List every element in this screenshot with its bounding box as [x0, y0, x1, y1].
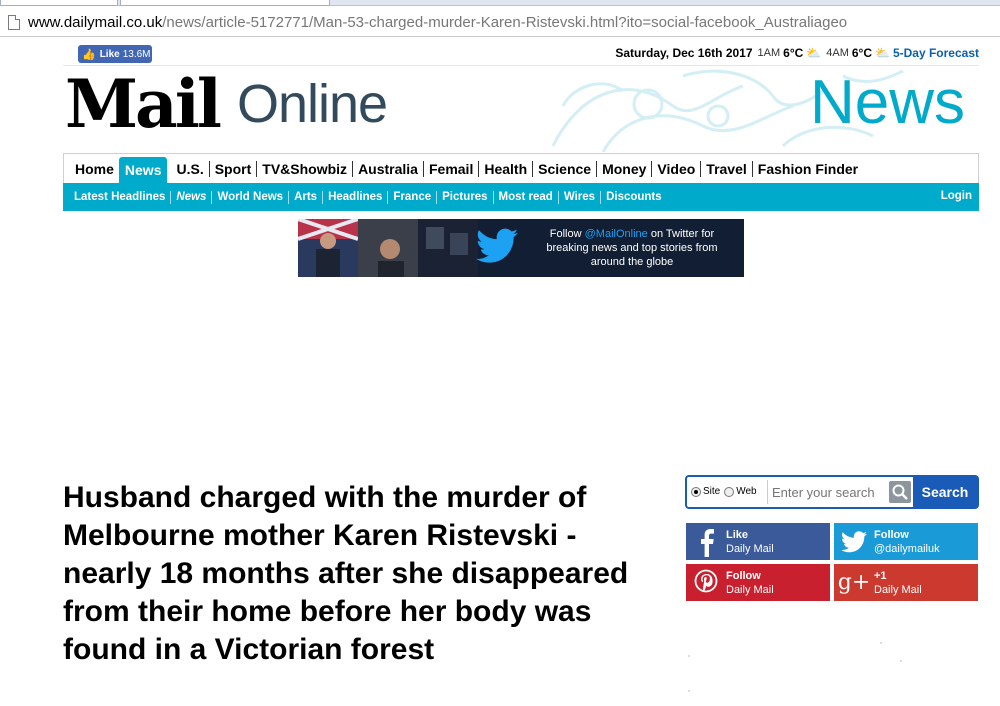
twitter-icon — [834, 523, 874, 560]
search-button[interactable]: Search — [913, 477, 977, 507]
twitter-bird-icon — [476, 228, 518, 263]
pinterest-line1: Follow — [726, 569, 761, 582]
subnav-item-arts[interactable]: Arts — [289, 191, 322, 203]
subnav-item-headlines[interactable]: Headlines — [323, 191, 387, 203]
banner-line1-prefix: Follow — [549, 228, 585, 240]
nav-item-news[interactable]: News — [118, 157, 168, 183]
placeholder-dot — [880, 642, 882, 644]
nav-item-fashion-finder[interactable]: Fashion Finder — [753, 154, 863, 184]
search-scope: Site Web — [691, 486, 761, 497]
section-title: News — [809, 68, 965, 137]
nav-item-tv-showbiz[interactable]: TV&Showbiz — [257, 154, 352, 184]
dateline: Saturday, Dec 16th 2017 1AM 6°C ⛅ 4AM 6°… — [615, 46, 979, 60]
pinterest-follow-button[interactable]: Follow Daily Mail — [686, 564, 830, 601]
nav-item-australia[interactable]: Australia — [353, 154, 423, 184]
facebook-line1: Like — [726, 528, 749, 541]
twitter-line1: Follow — [874, 528, 909, 541]
googleplus-button[interactable]: g+ +1 Daily Mail — [834, 564, 978, 601]
pinterest-text: Follow Daily Mail — [726, 569, 774, 597]
banner-handle[interactable]: @MailOnline — [585, 228, 648, 240]
radio-web-label: Web — [736, 486, 757, 497]
logo-mail[interactable]: Mail — [65, 69, 222, 139]
forecast-link[interactable]: 5-Day Forecast — [893, 46, 979, 60]
googleplus-glyph: g+ — [837, 570, 871, 595]
nav-item-science[interactable]: Science — [533, 154, 596, 184]
primary-nav: Home News U.S. Sport TV&Showbiz Australia Fema… — [63, 153, 979, 183]
nav-item-u-s[interactable]: U.S. — [171, 154, 208, 184]
url-host: www.dailymail.co.uk — [28, 13, 163, 31]
googleplus-line2: Daily Mail — [874, 583, 922, 596]
facebook-like-button[interactable]: 👍 Like 13.6M — [78, 45, 152, 63]
subnav-item-france[interactable]: France — [388, 191, 436, 203]
weather-time-1: 1AM — [757, 47, 781, 59]
like-label: Like — [99, 48, 120, 60]
twitter-follow-banner[interactable]: Follow @MailOnline on Twitter for breaki… — [298, 219, 744, 277]
page-icon — [8, 14, 20, 30]
subnav-item-latest-headlines[interactable]: Latest Headlines — [69, 191, 170, 203]
banner-line1-suffix: on Twitter for — [647, 228, 715, 240]
radio-web[interactable] — [724, 486, 735, 497]
pinterest-icon — [686, 564, 726, 601]
banner-line3: around the globe — [590, 256, 674, 268]
nav-item-video[interactable]: Video — [652, 154, 700, 184]
facebook-line2: Daily Mail — [726, 542, 774, 555]
nav-item-sport[interactable]: Sport — [210, 154, 257, 184]
placeholder-dot — [900, 660, 902, 662]
subnav-item-wires[interactable]: Wires — [559, 191, 600, 203]
twitter-follow-button[interactable]: Follow @dailymailuk — [834, 523, 978, 560]
article-headline: Husband charged with the murder of Melbo… — [63, 481, 629, 666]
weather-cloud-sun-icon: ⛅ — [806, 46, 822, 60]
nav-item-femail[interactable]: Femail — [424, 154, 478, 184]
nav-item-health[interactable]: Health — [479, 154, 532, 184]
googleplus-text: +1 Daily Mail — [874, 569, 922, 597]
googleplus-icon: g+ — [834, 564, 874, 601]
googleplus-line1: +1 — [874, 569, 887, 582]
browser-tab-active[interactable] — [120, 0, 330, 6]
site-search: Site Web Search — [685, 475, 979, 509]
facebook-thumb-icon: 👍 — [82, 48, 96, 61]
placeholder-dot — [688, 655, 690, 657]
secondary-nav: Latest Headlines News World News Arts Headli… — [63, 183, 979, 211]
radio-site[interactable] — [691, 486, 701, 497]
twitter-text: Follow @dailymailuk — [874, 528, 940, 556]
nav-item-travel[interactable]: Travel — [701, 154, 751, 184]
facebook-like-daily-mail-button[interactable]: Like Daily Mail — [686, 523, 830, 560]
masthead: Mail Online News — [63, 66, 979, 152]
browser-tabstrip — [0, 0, 1000, 6]
subnav-item-most-read[interactable]: Most read — [494, 191, 558, 203]
subnav-item-discounts[interactable]: Discounts — [601, 191, 667, 203]
logo-online[interactable]: Online — [237, 72, 388, 136]
nav-item-money[interactable]: Money — [597, 154, 651, 184]
browser-tab[interactable] — [0, 0, 118, 6]
address-bar[interactable]: www.dailymail.co.uk/news/article-5172771… — [0, 7, 1000, 37]
subnav-item-world-news[interactable]: World News — [212, 191, 288, 203]
weather-temp-2: 6°C — [851, 46, 872, 60]
facebook-text: Like Daily Mail — [726, 528, 774, 556]
twitter-line2: @dailymailuk — [874, 542, 940, 555]
pinterest-line2: Daily Mail — [726, 583, 774, 596]
placeholder-dot — [688, 690, 690, 692]
banner-photo-collage — [298, 219, 478, 277]
weather-cloud-sun-icon: ⛅ — [875, 46, 890, 60]
nav-item-home[interactable]: Home — [70, 154, 119, 184]
weather-temp-1: 6°C — [783, 46, 804, 60]
url-path: /news/article-5172771/Man-53-charged-mur… — [162, 13, 848, 31]
facebook-icon — [686, 523, 726, 560]
login-link[interactable]: Login — [941, 190, 972, 202]
weather-time-2: 4AM — [826, 47, 849, 59]
date-text: Saturday, Dec 16th 2017 — [615, 46, 753, 60]
magnifier-icon[interactable] — [889, 481, 911, 503]
banner-line2: breaking news and top stories from — [546, 242, 718, 254]
url-field[interactable]: www.dailymail.co.uk/news/article-5172771… — [8, 11, 1000, 33]
subnav-item-pictures[interactable]: Pictures — [437, 191, 492, 203]
like-count: 13.6M — [122, 48, 151, 60]
banner-text: Follow @MailOnline on Twitter for breaki… — [530, 227, 734, 269]
subnav-item-news[interactable]: News — [171, 191, 211, 203]
radio-site-label: Site — [703, 486, 721, 497]
